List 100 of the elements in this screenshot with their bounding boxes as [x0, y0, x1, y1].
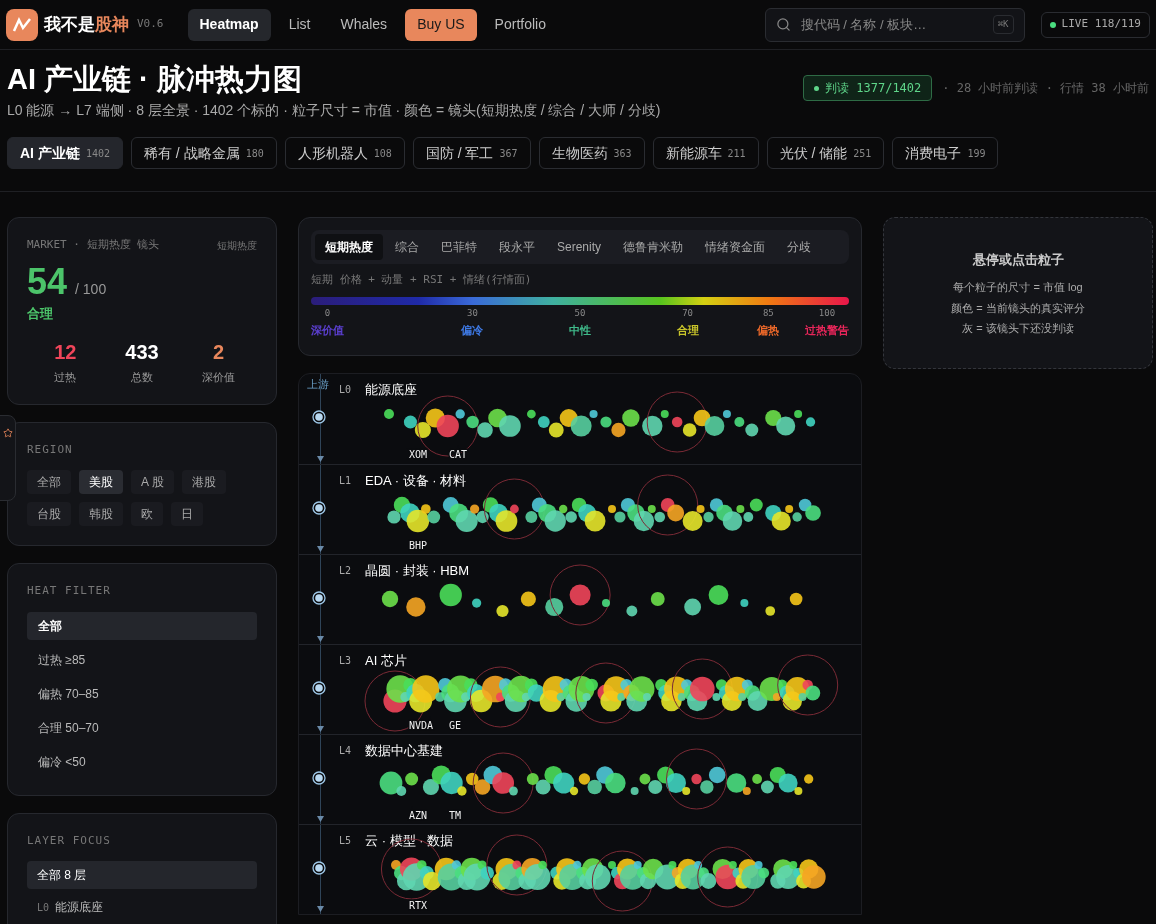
layer-option[interactable]: L0 能源底座 [27, 893, 257, 921]
sector-tab[interactable]: 国防 / 军工 367 [412, 137, 531, 169]
lens-tab[interactable]: 分歧 [777, 234, 822, 260]
hint-title: 悬停或点击粒子 [972, 250, 1064, 269]
scale-tick: 100 [818, 306, 836, 320]
market-label: MARKET · 短期热度 镜头 [27, 237, 160, 253]
scale-label: 合理 [676, 323, 699, 338]
layer-code: L2 [339, 563, 352, 578]
scale-tick: 70 [682, 306, 693, 320]
lens-formula: 短期 价格 + 动量 + RSI + 情绪(行情面) [311, 272, 532, 288]
sector-tab[interactable]: 稀有 / 战略金属 180 [131, 137, 277, 169]
sector-tab[interactable]: 新能源车 211 [652, 137, 759, 169]
region-chip[interactable]: A 股 [131, 470, 174, 494]
update-meta: · 28 小时前判读 · 行情 38 小时前 [942, 80, 1149, 97]
score-max: / 100 [75, 279, 107, 299]
layer-node-icon [312, 500, 326, 515]
nav-tab[interactable]: Heatmap [187, 8, 271, 41]
search-field[interactable]: 搜代码 / 名称 / 板块… ⌘K [764, 7, 1025, 42]
search-input[interactable]: 搜代码 / 名称 / 板块… [800, 14, 983, 35]
page-subtitle: L0 能源 → L7 端侧 · 8 层全景 · 1402 个标的 · 粒子尺寸 = 市值 · 颜色 = 镜头(短期热度 / 综合 / 大师 / 分歧) [7, 101, 661, 120]
page-title: AI 产业链 · 脉冲热力图 [7, 62, 303, 97]
live-badge: LIVE 118/119 [1040, 11, 1150, 38]
layer-node-icon [312, 590, 326, 605]
layer-name: EDA · 设备 · 材料 [365, 471, 467, 490]
layer-node-icon [312, 409, 326, 424]
nav-tab[interactable]: Whales [328, 8, 400, 41]
lens-tab[interactable]: Serenity [547, 234, 612, 260]
market-verdict: 合理 [27, 304, 53, 323]
section-title: REGION [27, 441, 73, 458]
sector-tab[interactable]: 生物医药 363 [538, 137, 645, 169]
layer-node-icon [312, 770, 326, 785]
sector-tab[interactable]: AI 产业链 1402 [7, 137, 123, 169]
hint-line: 灰 = 该镜头下还没判读 [962, 321, 1074, 336]
down-arrow-icon [317, 815, 324, 822]
region-chip[interactable]: 港股 [181, 470, 226, 494]
nav-tab[interactable]: Portfolio [482, 8, 558, 41]
star-icon [3, 428, 13, 438]
layer-name: 晶圆 · 封装 · HBM [365, 561, 470, 580]
down-arrow-icon [317, 905, 324, 912]
layer-code: L1 [339, 473, 352, 488]
layer-code: L3 [339, 653, 352, 668]
sector-tab[interactable]: 光伏 / 储能 251 [766, 137, 885, 169]
stat-label: 过热 [54, 370, 77, 385]
stat-value: 2 [213, 340, 225, 365]
search-icon [775, 17, 791, 32]
lens-tab[interactable]: 巴菲特 [431, 234, 487, 260]
nav-tab[interactable]: Buy US [405, 8, 477, 41]
down-arrow-icon [317, 545, 324, 552]
layer-name: 数据中心基建 [365, 741, 444, 760]
layer-node-icon [312, 680, 326, 695]
filter-option[interactable]: 过热 ≥85 [27, 645, 257, 674]
layer-code: L4 [339, 743, 352, 758]
scale-label: 偏热 [757, 323, 780, 338]
lens-tab[interactable]: 短期热度 [315, 234, 383, 260]
ticker-label: RTX [409, 899, 428, 911]
ticker-label: GE [449, 719, 462, 731]
version-label: V0.6 [137, 16, 164, 33]
region-chip[interactable]: 台股 [27, 502, 71, 526]
ticker-label: XOM [409, 448, 428, 460]
layer-name: 云 · 模型 · 数据 [365, 831, 454, 850]
scale-label: 深价值 [311, 323, 344, 338]
layer-name: AI 芯片 [365, 651, 407, 670]
nav-tab[interactable]: List [276, 8, 323, 41]
shortcut-key: ⌘K [992, 14, 1014, 35]
region-chip[interactable]: 全部 [27, 470, 71, 494]
layer-node-icon [312, 860, 326, 875]
scale-label: 偏冷 [461, 323, 484, 338]
filter-option[interactable]: 合理 50–70 [27, 713, 257, 742]
hint-line: 颜色 = 当前镜头的真实评分 [951, 300, 1085, 316]
ticker-label: BHP [409, 539, 428, 551]
hint-line: 每个粒子的尺寸 = 市值 log [953, 280, 1083, 295]
stat-value: 433 [125, 340, 159, 365]
layer-code: L0 [339, 382, 352, 397]
region-chip[interactable]: 韩股 [79, 502, 123, 526]
upstream-label: 上游 [307, 376, 329, 392]
lens-tab[interactable]: 段永平 [489, 234, 545, 260]
region-chip[interactable]: 欧 [131, 502, 163, 526]
down-arrow-icon [317, 635, 324, 642]
lens-tab[interactable]: 综合 [385, 234, 429, 260]
filter-option[interactable]: 偏冷 <50 [27, 747, 257, 776]
scale-tick: 0 [324, 306, 331, 320]
stat-label: 深价值 [202, 370, 236, 385]
down-arrow-icon [317, 455, 324, 462]
ticker-label: CAT [449, 448, 468, 460]
filter-option[interactable]: 偏热 70–85 [27, 679, 257, 708]
scale-label: 中性 [569, 323, 591, 338]
sector-tab[interactable]: 人形机器人 108 [284, 137, 405, 169]
lens-tab[interactable]: 德鲁肯米勒 [613, 234, 694, 260]
market-score: 54 [27, 261, 68, 302]
stat-value: 12 [54, 340, 77, 365]
layer-option[interactable]: 全部 8 层 [27, 861, 257, 889]
ticker-label: AZN [409, 809, 428, 821]
filter-option[interactable]: 全部 [27, 611, 257, 640]
region-chip[interactable]: 美股 [79, 470, 123, 494]
stat-label: 总数 [131, 370, 153, 385]
section-title: HEAT FILTER [27, 583, 111, 599]
sector-tab[interactable]: 消费电子 199 [892, 137, 999, 169]
lens-tab[interactable]: 情绪资金面 [695, 234, 776, 260]
ticker-label: NVDA [409, 719, 434, 731]
region-chip[interactable]: 日 [171, 502, 203, 526]
